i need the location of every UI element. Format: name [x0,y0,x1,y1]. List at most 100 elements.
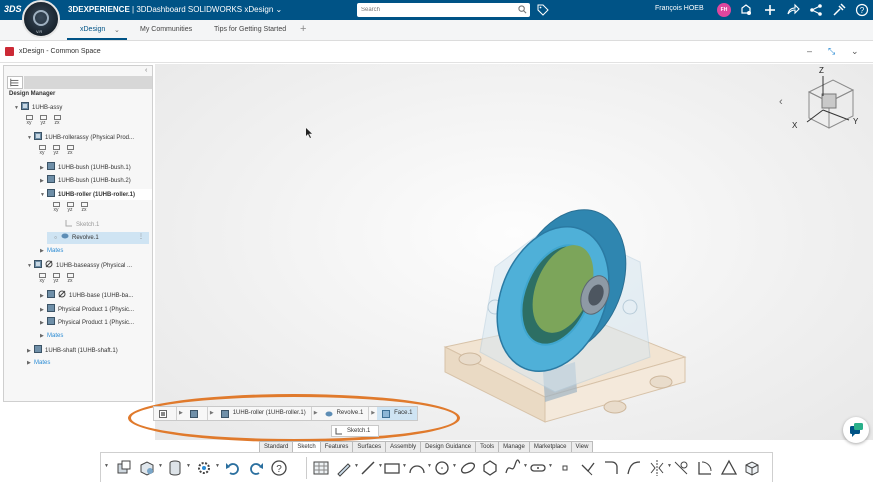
chat-assistant-button[interactable] [843,417,869,443]
dropdown-caret-icon[interactable]: ▼ [402,463,407,469]
visibility-icon[interactable]: ○ [54,233,61,244]
tree-node-mates[interactable]: ▶ Mates [40,246,63,257]
mirror-icon[interactable] [648,459,666,477]
tab-features[interactable]: Features [319,441,354,452]
tree-node-physical-product-2[interactable]: ▶ Physical Product 1 (Physic... [40,317,134,328]
expand-arrow-icon[interactable]: ▶ [27,358,34,369]
rectangle-icon[interactable] [383,459,401,477]
tree-node-physical-product-1[interactable]: ▶ Physical Product 1 (Physic... [40,304,134,315]
collapse-panel-icon[interactable]: ‹ [145,67,147,74]
tree-view-tool[interactable] [7,76,23,89]
dropdown-caret-icon[interactable]: ▼ [158,463,163,469]
collapse-icon[interactable]: ⤡ [828,46,835,57]
line-icon[interactable] [359,459,377,477]
plane-zx[interactable]: zx [64,145,76,156]
slot-icon[interactable] [529,459,547,477]
tree-node-bush-1[interactable]: ▶ 1UHB-bush (1UHB-bush.1) [40,162,131,173]
offset-icon[interactable] [625,459,643,477]
avatar[interactable]: FH [717,3,731,17]
tab-marketplace[interactable]: Marketplace [528,441,572,452]
grid-icon[interactable] [312,459,330,477]
more-options-icon[interactable]: ⋮ [138,232,144,243]
view-cube[interactable] [795,70,861,136]
expand-arrow-icon[interactable]: ▶ [40,331,47,342]
3d-box-icon[interactable] [743,459,761,477]
navcube-prev-icon[interactable]: ‹ [779,96,783,108]
plane-yz[interactable]: yz [64,202,76,213]
user-name[interactable]: François HOEB [655,5,704,12]
tree-node-assy[interactable]: ▼ 1UHB-assy [14,102,62,113]
tab-tools[interactable]: Tools [475,441,500,452]
tab-standard[interactable]: Standard [259,441,294,452]
app-menu-chevron-icon[interactable]: ⌄ [851,46,859,57]
tab-manage[interactable]: Manage [498,441,530,452]
tab-sketch[interactable]: Sketch [292,441,321,452]
triangle-icon[interactable] [720,459,738,477]
redo-icon[interactable] [247,459,265,477]
dropdown-caret-icon[interactable]: ▼ [427,463,432,469]
tag-icon[interactable] [537,4,549,16]
network-icon[interactable] [809,3,823,17]
brand-chevron-icon[interactable]: ⌄ [276,5,283,14]
plane-zx[interactable]: zx [64,273,76,284]
tree-node-bush-2[interactable]: ▶ 1UHB-bush (1UHB-bush.2) [40,175,131,186]
sketch-tool-icon[interactable] [335,459,353,477]
expand-arrow-icon[interactable]: ▶ [40,318,47,329]
toolbar-expand-icon[interactable]: ▼ [104,463,109,469]
add-icon[interactable] [763,3,777,17]
plane-xy[interactable]: xy [23,115,35,126]
tree-node-base[interactable]: ▶ 1UHB-base (1UHB-ba... [40,290,133,301]
tree-node-baseassy[interactable]: ▼ 1UHB-baseassy (Physical ... [27,260,132,271]
tools-icon[interactable] [832,3,846,17]
tab-design-guidance[interactable]: Design Guidance [420,441,477,452]
point-icon[interactable] [556,459,574,477]
home-icon[interactable] [739,3,753,17]
search-box[interactable] [357,3,530,17]
settings-gear-icon[interactable] [195,459,213,477]
dropdown-caret-icon[interactable]: ▼ [548,463,553,469]
tab-view[interactable]: View [570,441,594,452]
breadcrumb-root[interactable] [154,407,176,420]
tab-assembly[interactable]: Assembly [385,441,422,452]
dimension-icon[interactable] [696,459,714,477]
tree-node-sketch[interactable]: Sketch.1 [65,219,99,230]
trim-icon[interactable] [579,459,597,477]
plane-xy[interactable]: xy [50,202,62,213]
expand-arrow-icon[interactable]: ▶ [40,176,47,187]
spline-icon[interactable] [504,459,522,477]
assembly-tools-icon[interactable] [138,459,156,477]
tree-node-roller[interactable]: ▼ 1UHB-roller (1UHB-roller.1) [40,189,152,200]
plane-yz[interactable]: yz [50,145,62,156]
expand-arrow-icon[interactable]: ▼ [27,261,34,272]
expand-arrow-icon[interactable]: ▶ [27,346,34,357]
3d-viewport[interactable] [155,64,873,440]
breadcrumb-roller[interactable]: 1UHB-roller (1UHB-roller.1) [216,407,311,420]
breadcrumb-sketch-popup[interactable]: Sketch.1 [331,425,379,437]
add-tab-icon[interactable]: + [300,23,306,35]
pillow-block-model[interactable] [435,197,695,447]
breadcrumb-face[interactable]: Face.1 [377,407,418,420]
fillet-icon[interactable] [602,459,620,477]
tree-node-revolve[interactable]: ○ Revolve.1 ⋮ [54,232,144,244]
tab-menu-chevron-icon[interactable]: ⌄ [114,26,120,34]
dropdown-caret-icon[interactable]: ▼ [186,463,191,469]
breadcrumb-revolve[interactable]: Revolve.1 [320,407,369,420]
ellipse-icon[interactable] [459,459,477,477]
platform-brand[interactable]: 3DEXPERIENCE | 3DDashboard SOLIDWORKS xD… [68,5,282,14]
arc-icon[interactable] [408,459,426,477]
plane-xy[interactable]: xy [36,273,48,284]
minimize-icon[interactable]: – [807,46,812,56]
expand-arrow-icon[interactable]: ▼ [27,133,34,144]
tree-node-shaft[interactable]: ▶ 1UHB-shaft (1UHB-shaft.1) [27,345,118,356]
expand-arrow-icon[interactable]: ▼ [14,103,21,114]
tree-node-rollerassy[interactable]: ▼ 1UHB-rollerassy (Physical Prod... [27,132,134,143]
expand-arrow-icon[interactable]: ▶ [40,291,47,302]
polygon-icon[interactable] [481,459,499,477]
plane-yz[interactable]: yz [37,115,49,126]
plane-zx[interactable]: zx [78,202,90,213]
tab-surfaces[interactable]: Surfaces [352,441,387,452]
plane-xy[interactable]: xy [36,145,48,156]
help-icon[interactable]: ? [855,3,869,17]
plane-zx[interactable]: zx [51,115,63,126]
undo-icon[interactable] [224,459,242,477]
